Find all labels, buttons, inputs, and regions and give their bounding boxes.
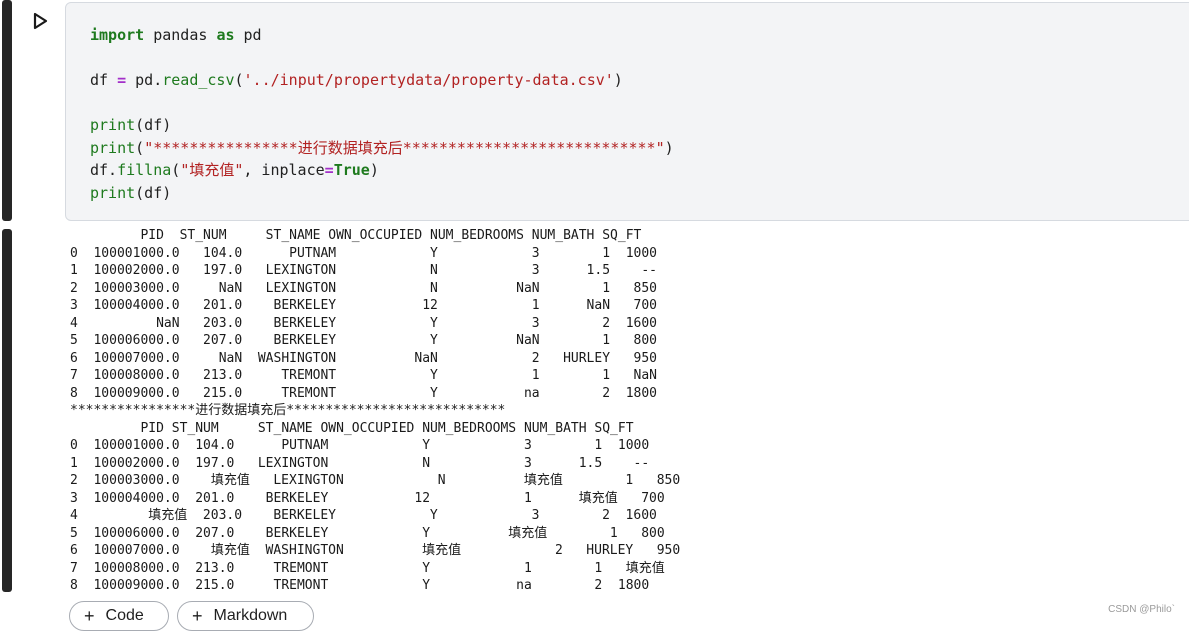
code-token: ) [613, 71, 623, 89]
code-token: pd [234, 26, 262, 44]
code-token: ( [234, 71, 244, 89]
plus-icon: + [84, 606, 95, 626]
code-token: df [90, 71, 118, 89]
code-line: print(df) [90, 184, 171, 202]
add-markdown-label: Markdown [213, 607, 288, 624]
code-editor[interactable]: import pandas as pd df = pd.read_csv('..… [65, 2, 1189, 221]
run-cell-icon[interactable] [31, 12, 49, 30]
code-token: ( [171, 161, 181, 179]
code-token: (df) [135, 116, 172, 134]
code-token: print [90, 138, 136, 157]
code-token: (df) [135, 183, 172, 202]
code-line: print("****************进行数据填充后**********… [90, 139, 674, 157]
code-token: ) [664, 138, 674, 157]
code-token: fillna [117, 161, 172, 179]
code-token: "填充值" [180, 161, 244, 179]
code-token: "****************进行数据填充后****************… [144, 138, 665, 157]
code-token: df. [90, 161, 118, 179]
code-line: import pandas as pd [90, 26, 262, 44]
add-code-label: Code [105, 607, 144, 624]
code-token: = [324, 161, 334, 179]
code-token: print [90, 183, 136, 202]
add-code-cell-button[interactable]: + Code [69, 601, 169, 631]
code-token: import [90, 26, 145, 44]
plus-icon: + [192, 606, 203, 626]
code-token: '../input/propertydata/property-data.csv… [243, 71, 614, 89]
code-line: df.fillna("填充值", inplace=True) [90, 161, 379, 179]
code-token: True [333, 161, 370, 179]
code-text[interactable]: import pandas as pd df = pd.read_csv('..… [90, 24, 674, 204]
code-line: df = pd.read_csv('../input/propertydata/… [90, 71, 623, 89]
code-token: print [90, 116, 136, 134]
add-markdown-cell-button[interactable]: + Markdown [177, 601, 314, 631]
watermark: CSDN @Philo` [1108, 604, 1175, 615]
code-token: pd. [126, 71, 163, 89]
code-token: pandas [144, 26, 217, 44]
code-token: ) [369, 161, 379, 179]
code-line: print(df) [90, 116, 171, 134]
code-token: as [216, 26, 235, 44]
cell-focus-bar [2, 0, 12, 221]
code-token: = [117, 71, 127, 89]
code-token: read_csv [162, 71, 235, 89]
code-token: ( [135, 138, 145, 157]
cell-output: PID ST_NUM ST_NAME OWN_OCCUPIED NUM_BEDR… [70, 228, 681, 593]
code-token: , inplace [243, 161, 325, 179]
output-collapse-bar[interactable] [2, 229, 12, 592]
